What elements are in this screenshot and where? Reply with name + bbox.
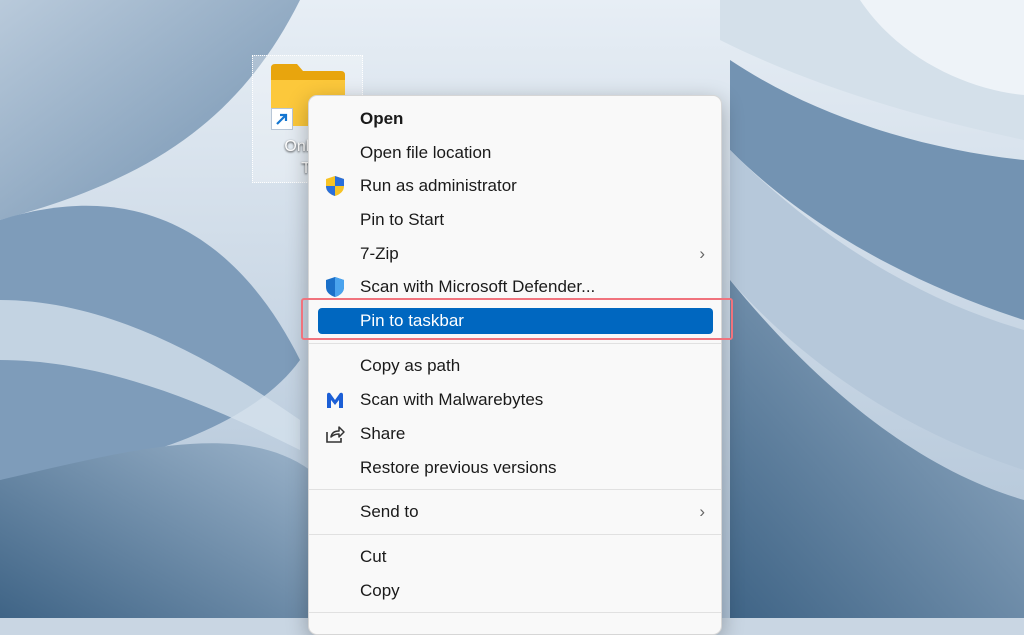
shortcut-arrow-icon bbox=[271, 108, 293, 130]
menu-item-run-as-administrator[interactable]: Run as administrator bbox=[318, 173, 713, 199]
menu-item-label: Restore previous versions bbox=[360, 458, 557, 477]
menu-item-restore-previous-versions[interactable]: Restore previous versions bbox=[318, 455, 713, 481]
menu-item-label: Scan with Microsoft Defender... bbox=[360, 277, 596, 296]
menu-separator bbox=[309, 343, 721, 344]
malwarebytes-icon bbox=[323, 389, 347, 411]
menu-item-label: Copy bbox=[360, 581, 400, 600]
menu-item-label: Cut bbox=[360, 547, 387, 566]
menu-item-cut[interactable]: Cut bbox=[318, 544, 713, 570]
menu-item-copy[interactable]: Copy bbox=[318, 578, 713, 604]
chevron-right-icon: › bbox=[699, 502, 705, 521]
menu-separator bbox=[309, 534, 721, 535]
menu-item-open-file-location[interactable]: Open file location bbox=[318, 140, 713, 166]
menu-separator bbox=[309, 489, 721, 490]
menu-item-scan-with-malwarebytes[interactable]: Scan with Malwarebytes bbox=[318, 387, 713, 413]
menu-item-share[interactable]: Share bbox=[318, 421, 713, 447]
menu-item-7-zip[interactable]: 7-Zip › bbox=[318, 241, 713, 267]
menu-item-label: 7-Zip bbox=[360, 244, 399, 263]
menu-item-label: Open bbox=[360, 109, 404, 128]
context-menu: Open Open file location Run as administr… bbox=[308, 95, 722, 635]
share-icon bbox=[323, 423, 347, 445]
menu-item-open[interactable]: Open bbox=[318, 106, 713, 132]
menu-item-label: Copy as path bbox=[360, 356, 461, 375]
highlight-callout-box bbox=[301, 298, 733, 340]
menu-item-send-to[interactable]: Send to › bbox=[318, 499, 713, 525]
menu-separator bbox=[309, 612, 721, 613]
defender-shield-icon bbox=[323, 276, 347, 298]
menu-item-label: Share bbox=[360, 424, 406, 443]
chevron-right-icon: › bbox=[699, 244, 705, 263]
menu-item-label: Scan with Malwarebytes bbox=[360, 390, 544, 409]
menu-item-copy-as-path[interactable]: Copy as path bbox=[318, 353, 713, 379]
menu-item-pin-to-start[interactable]: Pin to Start bbox=[318, 207, 713, 233]
menu-item-label: Send to bbox=[360, 502, 419, 521]
menu-item-label: Open file location bbox=[360, 143, 492, 162]
uac-shield-icon bbox=[323, 175, 347, 197]
menu-item-label: Run as administrator bbox=[360, 176, 517, 195]
menu-item-scan-with-defender[interactable]: Scan with Microsoft Defender... bbox=[318, 274, 713, 300]
menu-item-label: Pin to Start bbox=[360, 210, 445, 229]
